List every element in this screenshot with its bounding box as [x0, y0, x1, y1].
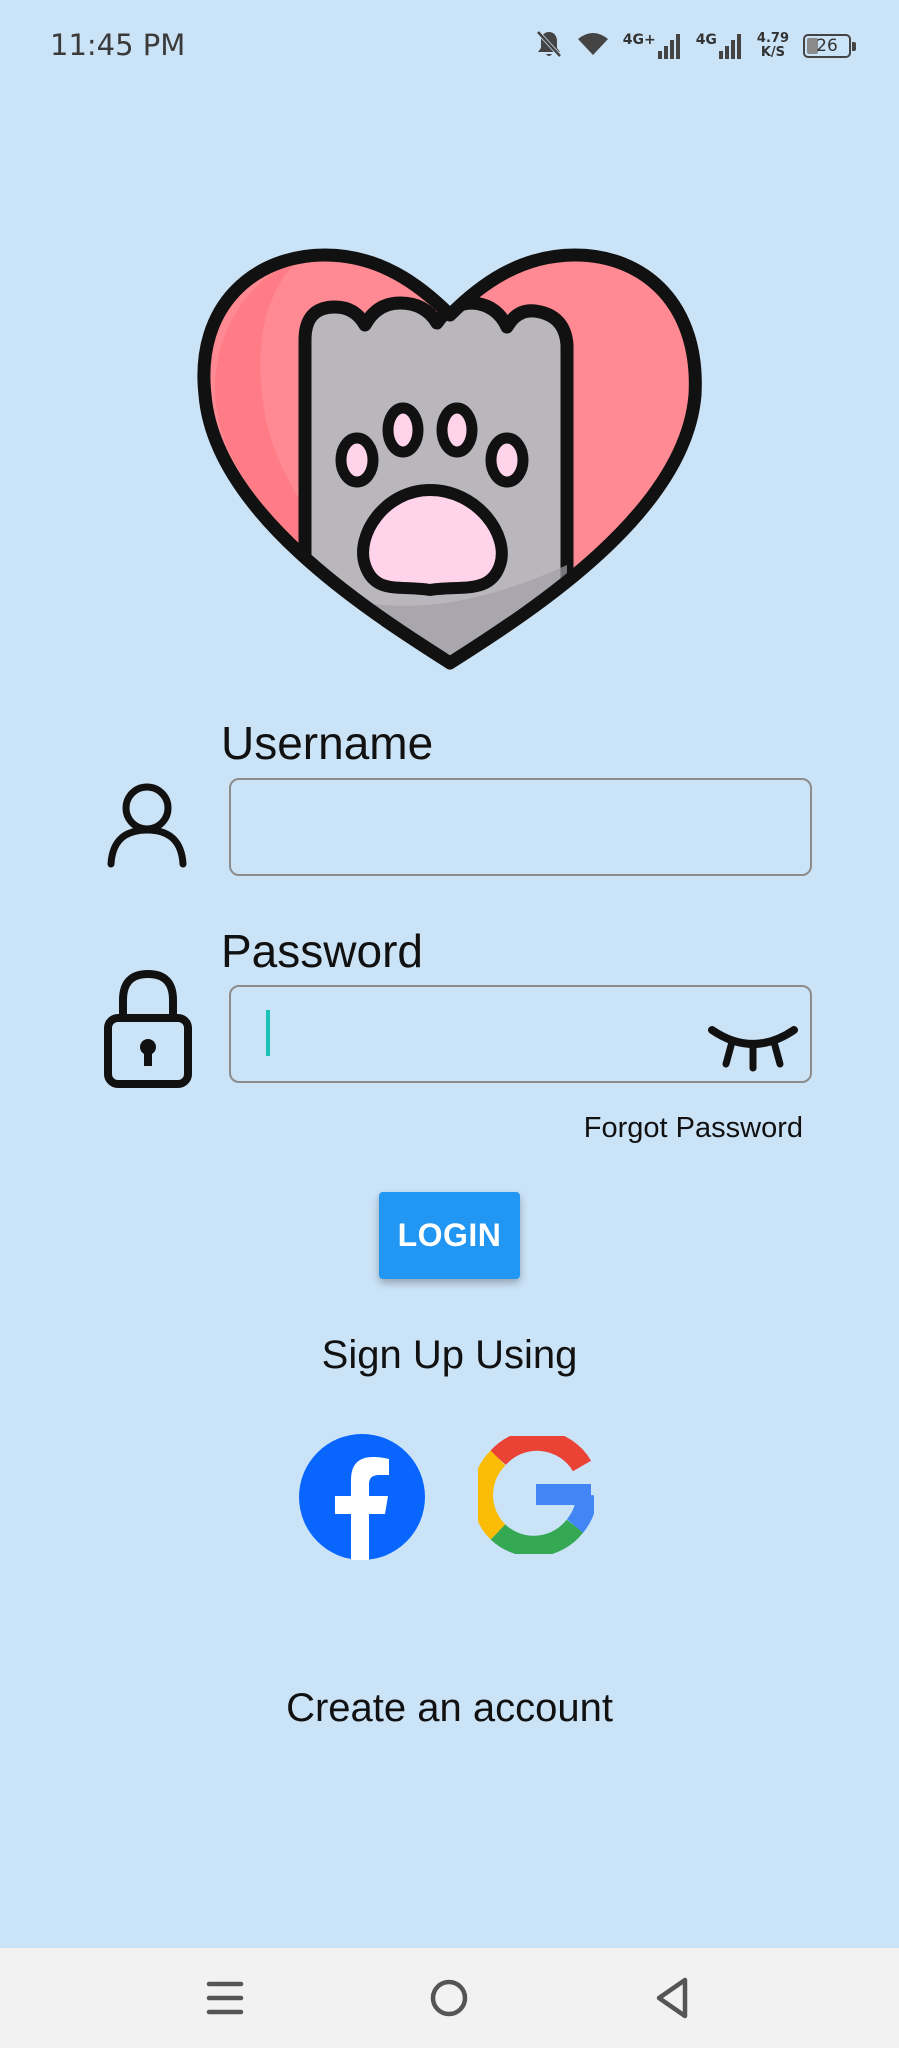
battery-icon: 26 [803, 34, 856, 58]
username-input[interactable] [229, 778, 812, 876]
signal-icon [657, 34, 680, 59]
back-icon[interactable] [643, 1970, 703, 2026]
network-label-2: 4G [695, 32, 717, 48]
google-icon[interactable] [478, 1436, 594, 1554]
signal-icon [718, 34, 741, 59]
wifi-icon [577, 31, 609, 62]
speed-value: 4.79 [756, 31, 789, 46]
battery-level: 26 [816, 36, 838, 56]
home-icon[interactable] [419, 1970, 479, 2026]
speed-unit: K/S [760, 45, 786, 60]
facebook-icon[interactable] [299, 1434, 425, 1560]
eye-closed-icon[interactable] [708, 1018, 798, 1072]
user-icon [107, 783, 187, 868]
heart-paw-logo [197, 248, 702, 670]
status-bar: 11:45 PM 4G+ 4G 4.79 K/S 26 [0, 0, 899, 92]
text-caret [266, 1010, 270, 1056]
sign-up-using-heading: Sign Up Using [321, 1333, 578, 1377]
menu-icon[interactable] [195, 1970, 255, 2026]
bell-off-icon [535, 29, 563, 64]
password-label: Password [221, 925, 423, 977]
create-account-link[interactable]: Create an account [0, 1686, 899, 1731]
signal-2: 4G [696, 33, 743, 59]
forgot-password-link[interactable]: Forgot Password [584, 1112, 803, 1145]
login-button[interactable]: LOGIN [379, 1192, 520, 1279]
network-label-1: 4G+ [622, 32, 656, 48]
network-speed: 4.79 K/S [757, 32, 789, 60]
username-label: Username [221, 717, 434, 769]
lock-icon [104, 969, 192, 1088]
system-navigation-bar [0, 1948, 899, 2048]
status-time: 11:45 PM [50, 28, 186, 62]
signal-1: 4G+ [623, 33, 682, 59]
status-icons: 4G+ 4G 4.79 K/S 26 [535, 26, 856, 66]
